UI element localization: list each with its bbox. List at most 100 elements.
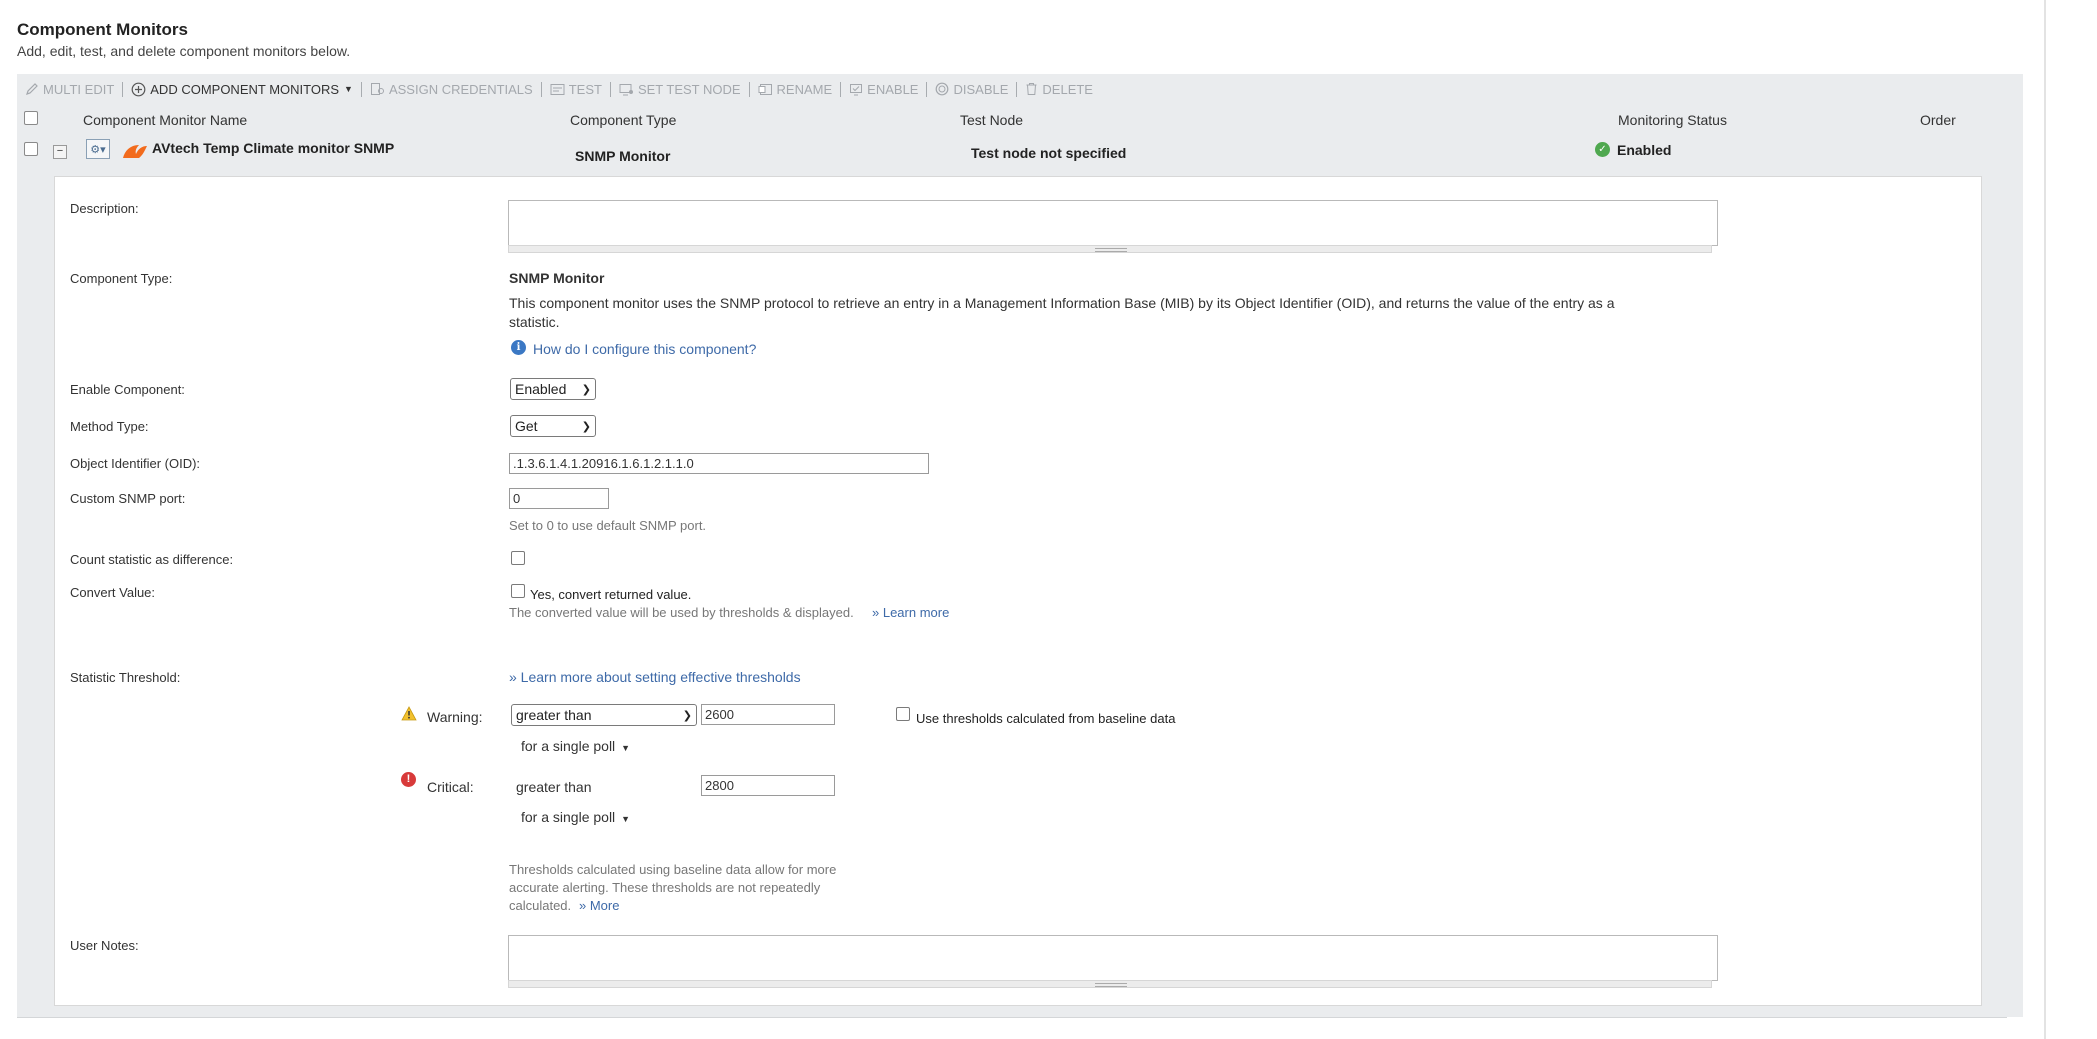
grid-header: Component Monitor Name Component Type Te…: [17, 104, 2023, 134]
enable-component-label: Enable Component:: [70, 382, 185, 397]
monitoring-status-value: Enabled: [1617, 142, 1672, 158]
set-test-node-label: SET TEST NODE: [637, 81, 741, 97]
oid-input[interactable]: .1.3.6.1.4.1.20916.1.6.1.2.1.1.0: [509, 453, 929, 474]
method-type-select[interactable]: Get ❯: [510, 415, 596, 437]
collapse-button[interactable]: −: [53, 145, 67, 159]
component-menu-button[interactable]: ⚙▾: [86, 139, 110, 159]
chevron-down-icon: ❯: [682, 709, 692, 722]
enable-component-select[interactable]: Enabled ❯: [510, 378, 596, 400]
toolbar-separator: [609, 81, 611, 97]
component-type-description-line1: This component monitor uses the SNMP pro…: [509, 295, 1615, 311]
test-icon: [550, 83, 565, 95]
threshold-learn-more-link[interactable]: » Learn more about setting effective thr…: [509, 669, 801, 685]
page-right-border: [2044, 0, 2046, 1039]
row-checkbox[interactable]: [24, 142, 38, 156]
chevron-down-icon: ▼: [344, 84, 353, 94]
warning-operator-value: greater than: [516, 707, 592, 723]
info-icon: i: [511, 340, 526, 355]
toolbar-separator: [1016, 81, 1018, 97]
delete-button[interactable]: DELETE: [1025, 82, 1093, 97]
critical-poll-value: for a single poll: [521, 809, 616, 825]
multi-edit-button[interactable]: MULTI EDIT: [25, 82, 114, 97]
add-component-monitors-label: ADD COMPONENT MONITORS: [150, 81, 340, 97]
baseline-thresholds-label[interactable]: Use thresholds calculated from baseline …: [916, 711, 1175, 726]
test-button[interactable]: TEST: [550, 82, 602, 97]
how-configure-link[interactable]: How do I configure this component?: [533, 341, 756, 357]
critical-label: Critical:: [427, 779, 474, 795]
snmp-port-label: Custom SNMP port:: [70, 491, 186, 506]
page-title: Component Monitors: [17, 20, 188, 39]
snmp-port-input[interactable]: 0: [509, 488, 609, 509]
snmp-port-hint: Set to 0 to use default SNMP port.: [509, 518, 707, 533]
check-circle-icon: ✓: [1595, 142, 1610, 157]
component-type-label: Component Type:: [70, 271, 173, 286]
plus-circle-icon: [131, 82, 146, 96]
user-notes-textarea[interactable]: [508, 935, 1718, 981]
baseline-note-line1: Thresholds calculated using baseline dat…: [509, 862, 837, 877]
solarwinds-logo-icon: [123, 145, 147, 158]
page-subtitle: Add, edit, test, and delete component mo…: [17, 43, 351, 59]
convert-value-hint: The converted value will be used by thre…: [509, 605, 854, 620]
multi-edit-label: MULTI EDIT: [43, 81, 115, 97]
toolbar-separator: [122, 81, 124, 97]
set-test-node-button[interactable]: SET TEST NODE: [619, 82, 741, 97]
component-monitor-name[interactable]: AVtech Temp Climate monitor SNMP: [152, 140, 394, 156]
toolbar: MULTI EDIT ADD COMPONENT MONITORS ▼ ASSI…: [17, 74, 2023, 104]
convert-value-checkbox-label[interactable]: Yes, convert returned value.: [530, 587, 691, 602]
baseline-more-link[interactable]: » More: [579, 898, 619, 913]
rename-icon: [758, 83, 772, 95]
critical-poll-dropdown[interactable]: for a single poll ▼: [521, 809, 630, 825]
add-component-monitors-button[interactable]: ADD COMPONENT MONITORS ▼: [131, 82, 353, 97]
chevron-down-icon: ▼: [621, 814, 631, 824]
warning-label: Warning:: [427, 709, 483, 725]
warning-icon: [401, 706, 417, 721]
component-type-title: SNMP Monitor: [509, 270, 605, 286]
assign-credentials-button[interactable]: ASSIGN CREDENTIALS: [370, 82, 533, 97]
statistic-threshold-label: Statistic Threshold:: [70, 670, 181, 685]
enable-button[interactable]: ENABLE: [849, 82, 918, 97]
trash-icon: [1026, 83, 1037, 95]
panel-divider: [17, 1017, 2007, 1018]
count-difference-label: Count statistic as difference:: [70, 552, 234, 567]
column-header-status[interactable]: Monitoring Status: [1618, 112, 1727, 128]
column-header-type[interactable]: Component Type: [570, 112, 676, 128]
warning-threshold-input[interactable]: 2600: [701, 704, 835, 725]
select-all-checkbox[interactable]: [24, 111, 38, 125]
user-notes-resize-handle[interactable]: [508, 980, 1712, 988]
disable-label: DISABLE: [953, 81, 1009, 97]
method-type-value: Get: [515, 418, 538, 434]
toolbar-separator: [360, 81, 362, 97]
pencil-icon: [26, 83, 38, 95]
count-difference-checkbox[interactable]: [511, 551, 525, 565]
chevron-down-icon: ❯: [581, 420, 591, 433]
rename-button[interactable]: RENAME: [758, 82, 832, 97]
description-resize-handle[interactable]: [508, 245, 1712, 253]
critical-operator-value: greater than: [516, 779, 592, 795]
chevron-down-icon: ▼: [621, 743, 631, 753]
credentials-icon: [370, 83, 384, 95]
enable-component-value: Enabled: [515, 381, 567, 397]
warning-poll-dropdown[interactable]: for a single poll ▼: [521, 738, 630, 754]
column-header-test-node[interactable]: Test Node: [960, 112, 1023, 128]
critical-icon: !: [401, 772, 416, 787]
warning-poll-value: for a single poll: [521, 738, 616, 754]
column-header-order[interactable]: Order: [1920, 112, 1956, 128]
test-node-value: Test node not specified: [971, 145, 1127, 161]
method-type-label: Method Type:: [70, 419, 149, 434]
baseline-note-line2: accurate alerting. These thresholds are …: [509, 880, 821, 895]
column-header-name[interactable]: Component Monitor Name: [83, 112, 247, 128]
component-type-value: SNMP Monitor: [575, 148, 671, 164]
node-icon: [619, 83, 633, 95]
convert-learn-more-link[interactable]: » Learn more: [872, 605, 949, 620]
disable-button[interactable]: DISABLE: [935, 82, 1008, 97]
convert-value-checkbox[interactable]: [511, 584, 525, 598]
description-textarea[interactable]: [508, 200, 1718, 246]
baseline-thresholds-checkbox[interactable]: [896, 707, 910, 721]
critical-threshold-input[interactable]: 2800: [701, 775, 835, 796]
toolbar-separator: [840, 81, 842, 97]
enable-label: ENABLE: [867, 81, 919, 97]
chevron-down-icon: ❯: [581, 383, 591, 396]
test-label: TEST: [568, 81, 602, 97]
warning-operator-select[interactable]: greater than ❯: [511, 704, 697, 726]
disable-icon: [936, 82, 949, 96]
